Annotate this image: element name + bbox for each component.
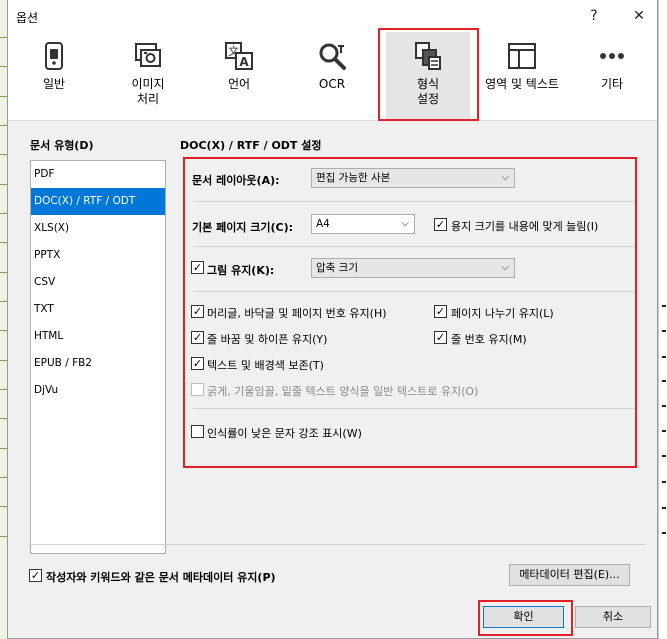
list-item-docx-rtf-odt[interactable]: DOC(X) / RTF / ODT [31, 188, 165, 215]
tab-other-label: 기타 [600, 77, 624, 91]
dialog-title: 옵션 [16, 11, 39, 25]
tab-areas-and-text[interactable]: 영역 및 텍스트 [480, 32, 564, 120]
list-item-djvu[interactable]: DjVu [31, 377, 165, 404]
footer-separator [28, 544, 645, 545]
list-item-epub-fb2[interactable]: EPUB / FB2 [31, 350, 165, 377]
more-icon [600, 53, 624, 59]
format-tab-highlight [378, 28, 479, 121]
ok-button-highlight [478, 600, 573, 636]
areas-text-icon [508, 43, 536, 69]
list-item-pdf[interactable]: PDF [31, 161, 165, 188]
doc-type-list: PDF DOC(X) / RTF / ODT XLS(X) PPTX CSV T… [30, 160, 166, 554]
keep-metadata-checkbox[interactable]: ✓ [29, 569, 42, 582]
settings-heading: DOC(X) / RTF / ODT 설정 [180, 139, 322, 152]
tab-general-label: 일반 [42, 77, 66, 91]
list-item-txt[interactable]: TXT [31, 296, 165, 323]
tab-areas-and-text-label: 영역 및 텍스트 [485, 77, 559, 91]
tab-language[interactable]: 文 A 언어 [210, 32, 268, 120]
background-app-right-edge [658, 0, 667, 639]
list-item-csv[interactable]: CSV [31, 269, 165, 296]
doc-type-heading: 문서 유형(D) [30, 139, 94, 152]
options-dialog: 옵션 ? ✕ 일반 이미지 처리 文 A 언어 OCR 형식 설정 영역 및 텍… [7, 0, 658, 639]
keep-metadata-label: 작성자와 키워드와 같은 문서 메타데이터 유지(P) [46, 571, 276, 584]
tab-ocr[interactable]: OCR [304, 32, 360, 120]
image-processing-icon [135, 43, 161, 67]
tab-general[interactable]: 일반 [26, 32, 82, 120]
language-icon: 文 A [225, 42, 253, 70]
help-button[interactable]: ? [581, 4, 607, 28]
tab-language-label: 언어 [227, 77, 251, 91]
close-button[interactable]: ✕ [626, 4, 652, 28]
list-item-pptx[interactable]: PPTX [31, 242, 165, 269]
cancel-button[interactable]: 취소 [575, 606, 651, 628]
edit-metadata-button[interactable]: 메타데이터 편집(E)... [509, 564, 630, 586]
tab-image-processing[interactable]: 이미지 처리 [120, 32, 176, 120]
settings-highlight [183, 157, 637, 468]
title-bar: 옵션 ? ✕ [8, 0, 657, 32]
background-app-left-edge [0, 0, 7, 639]
svg-text:A: A [239, 55, 249, 69]
ocr-magnifier-icon [319, 43, 346, 70]
tab-image-processing-label: 이미지 처리 [131, 77, 165, 106]
category-toolbar: 일반 이미지 처리 文 A 언어 OCR 형식 설정 영역 및 텍스트 기타 [8, 32, 657, 121]
tab-ocr-label: OCR [318, 77, 346, 91]
tab-other[interactable]: 기타 [588, 32, 636, 120]
list-item-xlsx[interactable]: XLS(X) [31, 215, 165, 242]
general-settings-icon [45, 42, 63, 70]
list-item-html[interactable]: HTML [31, 323, 165, 350]
